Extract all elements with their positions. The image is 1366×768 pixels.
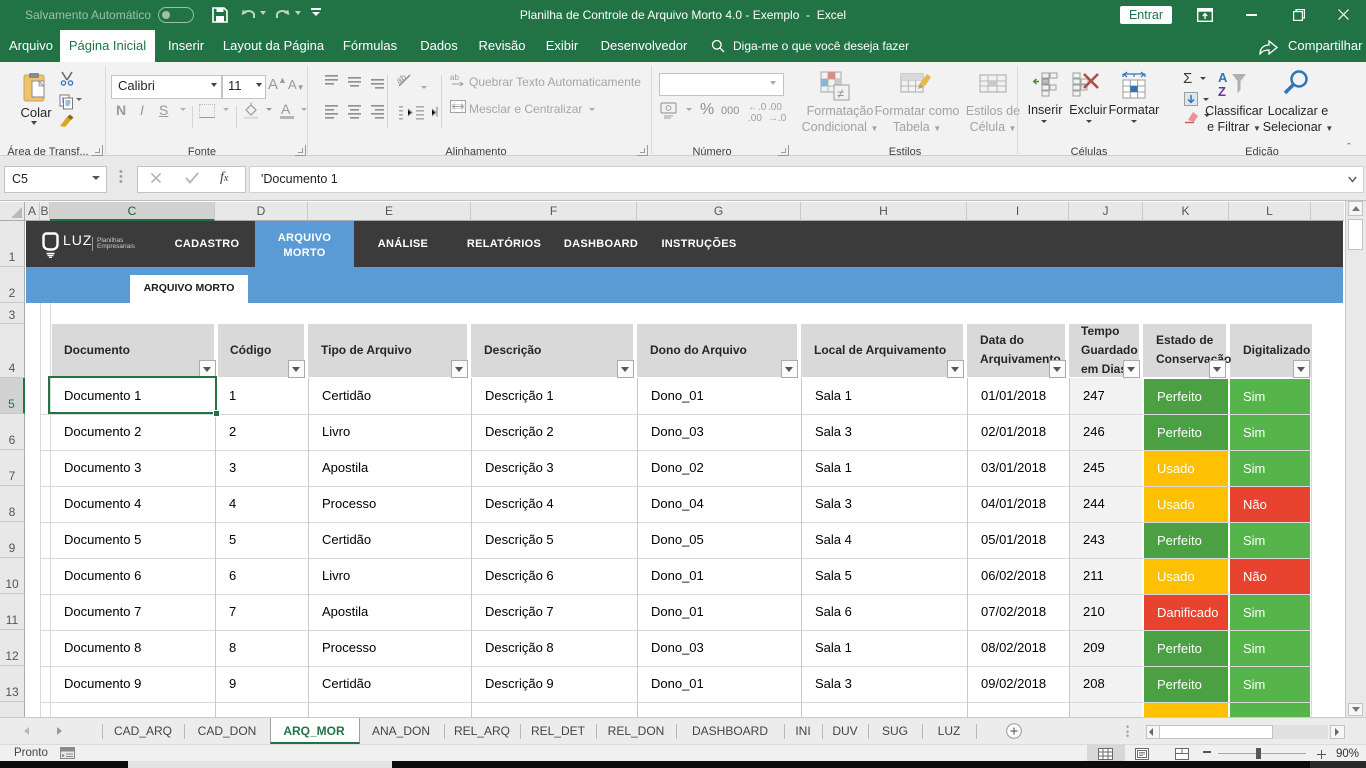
svg-text:ab: ab: [450, 73, 459, 82]
svg-text:≠: ≠: [837, 86, 844, 101]
svg-text:ab: ab: [394, 74, 408, 86]
svg-text:A: A: [1218, 70, 1228, 85]
svg-text:Z: Z: [1218, 84, 1226, 99]
